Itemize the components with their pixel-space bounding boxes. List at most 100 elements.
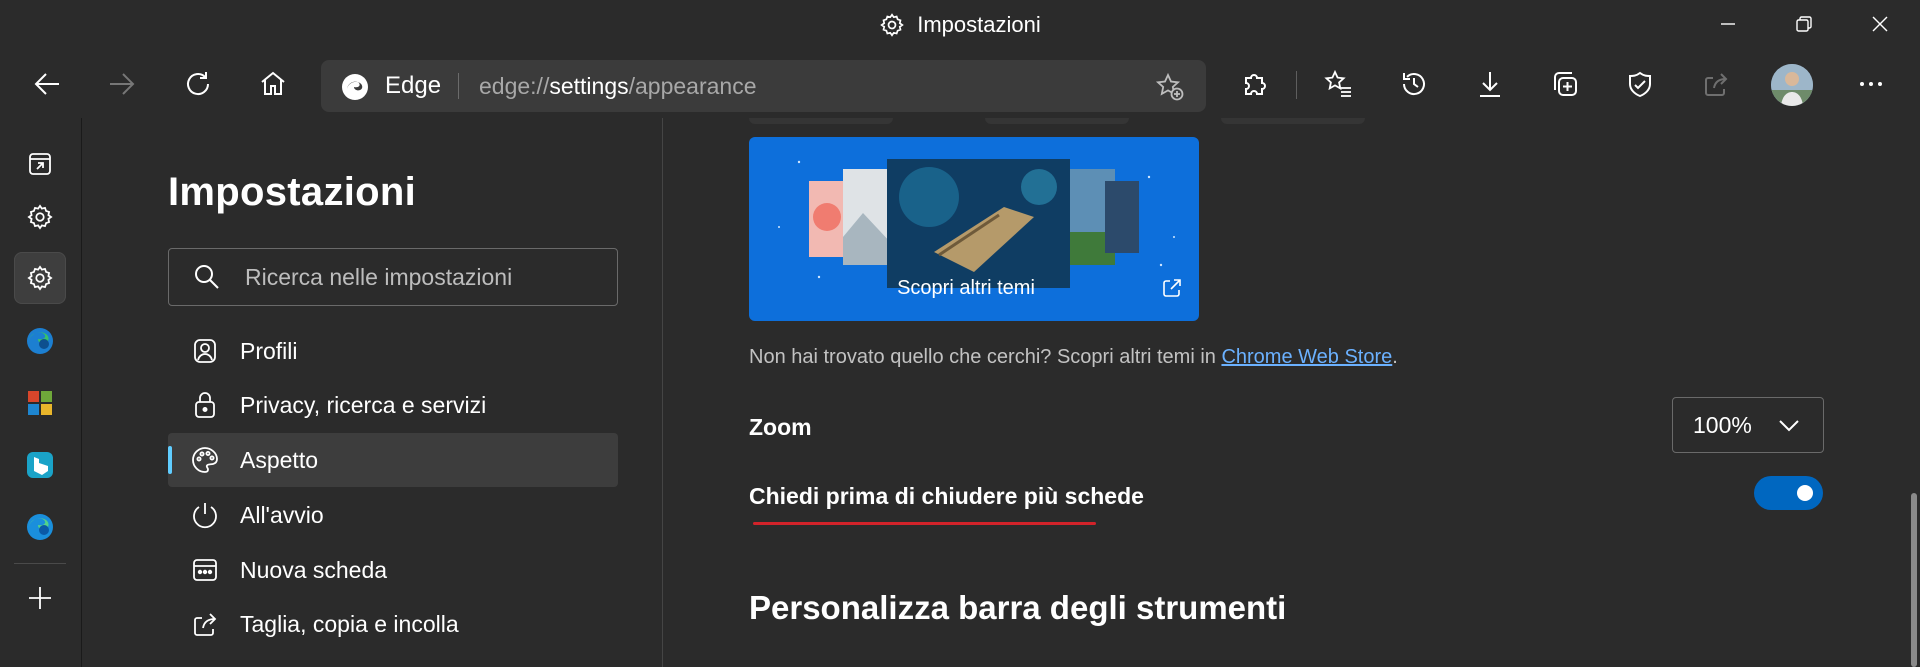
edge-icon [25,512,55,542]
downloads-button[interactable] [1464,58,1516,110]
power-icon [190,500,220,530]
lock-icon [190,390,220,420]
home-button[interactable] [247,58,299,110]
new-tab-icon [190,555,220,585]
more-button[interactable] [1845,58,1897,110]
minimize-icon [1719,15,1737,33]
favorites-button[interactable] [1313,58,1365,110]
url-text[interactable]: edge://settings/appearance [479,60,757,112]
section-heading-toolbar: Personalizza barra degli strumenti [749,589,1287,626]
sidebar-edge-button[interactable] [14,501,66,553]
scrollbar-thumb[interactable] [1911,493,1917,667]
settings-content: Scopri altri temi Non hai trovato quello… [663,118,1920,667]
profile-avatar[interactable] [1771,64,1813,106]
history-button[interactable] [1388,58,1440,110]
nav-item-allavvio[interactable]: All'avvio [168,488,618,542]
sidebar-add-button[interactable] [14,572,66,624]
settings-search-input[interactable]: Ricerca nelle impostazioni [168,248,618,306]
chrome-web-store-link[interactable]: Chrome Web Store [1221,346,1392,368]
share-button[interactable] [1690,58,1742,110]
workspaces-icon [26,150,54,178]
settings-active-icon [26,264,54,292]
nav-item-aspetto[interactable]: Aspetto [168,433,618,487]
url-path: /appearance [628,73,757,99]
ask-before-closing-label: Chiedi prima di chiudere più schede [749,483,1144,509]
ask-before-closing-toggle[interactable] [1754,476,1823,510]
browser-essentials-icon [1625,69,1655,99]
refresh-button[interactable] [172,58,224,110]
discover-themes-caption: Scopri altri temi [897,277,1035,299]
zoom-dropdown[interactable]: 100% [1672,397,1824,453]
sidebar-edge-dev-button[interactable] [14,315,66,367]
nav-label: Aspetto [240,447,318,473]
gear-icon [879,12,905,38]
favorites-icon [1324,69,1354,99]
settings-icon [26,203,54,231]
add-favorite-icon[interactable] [1155,72,1185,102]
forward-icon [107,69,137,99]
browser-essentials-button[interactable] [1614,58,1666,110]
forward-button[interactable] [96,58,148,110]
title-bar: Impostazioni [0,0,1920,50]
theme-tile[interactable] [749,118,893,124]
nav-item-taglia-copia-incolla[interactable]: Taglia, copia e incolla [168,597,618,651]
office-icon [26,389,54,417]
collections-icon [1550,69,1580,99]
active-indicator [168,446,172,474]
external-link-icon [1161,277,1183,299]
hint-prefix: Non hai trovato quello che cerchi? Scopr… [749,346,1222,368]
extensions-icon [1240,69,1270,99]
chevron-down-icon [1777,414,1801,436]
minimize-button[interactable] [1690,0,1766,48]
window-title: Impostazioni [0,0,1920,50]
address-divider [458,73,459,99]
refresh-icon [183,69,213,99]
sidebar-settings-button[interactable] [14,191,66,243]
more-icon [1856,69,1886,99]
add-icon [26,584,54,612]
search-icon [193,263,221,291]
url-host: settings [549,73,629,99]
nav-label: Profili [240,338,298,364]
close-button[interactable] [1842,0,1918,48]
home-icon [258,69,288,99]
share-icon [1701,69,1731,99]
nav-item-privacy[interactable]: Privacy, ricerca e servizi [168,378,618,432]
workspaces-button[interactable] [14,138,66,190]
nav-item-nuova-scheda[interactable]: Nuova scheda [168,543,618,597]
nav-label: Taglia, copia e incolla [240,611,459,637]
collections-button[interactable] [1539,58,1591,110]
restore-icon [1795,15,1813,33]
theme-tile[interactable] [1221,118,1365,124]
back-button[interactable] [21,58,73,110]
sidebar-bing-button[interactable] [14,439,66,491]
page-title: Impostazioni [168,170,417,214]
extensions-button[interactable] [1229,58,1281,110]
nav-label: All'avvio [240,502,324,528]
settings-nav: Impostazioni Ricerca nelle impostazioni … [82,118,663,667]
address-bar[interactable]: Edge edge://settings/appearance [321,60,1206,112]
nav-label: Privacy, ricerca e servizi [240,392,487,418]
profile-icon [190,336,220,366]
back-icon [32,69,62,99]
sidebar-office-button[interactable] [14,377,66,429]
share-out-icon [190,609,220,639]
toolbar-divider [1296,71,1297,99]
themes-hint-text: Non hai trovato quello che cerchi? Scopr… [749,346,1398,369]
sidebar-divider [14,563,66,564]
history-icon [1399,69,1429,99]
theme-tile[interactable] [985,118,1129,124]
nav-item-profili[interactable]: Profili [168,324,618,378]
palette-icon [190,445,220,475]
toggle-knob [1797,485,1813,501]
edge-logo-icon [341,73,369,101]
sidebar-settings-active-button[interactable] [14,252,66,304]
hint-suffix: . [1392,346,1398,368]
discover-themes-card[interactable]: Scopri altri temi [749,137,1199,321]
close-icon [1871,15,1889,33]
restore-button[interactable] [1766,0,1842,48]
zoom-label: Zoom [749,414,812,440]
avatar-photo-icon [1771,64,1813,106]
downloads-icon [1475,69,1505,99]
window-title-text: Impostazioni [917,12,1041,37]
